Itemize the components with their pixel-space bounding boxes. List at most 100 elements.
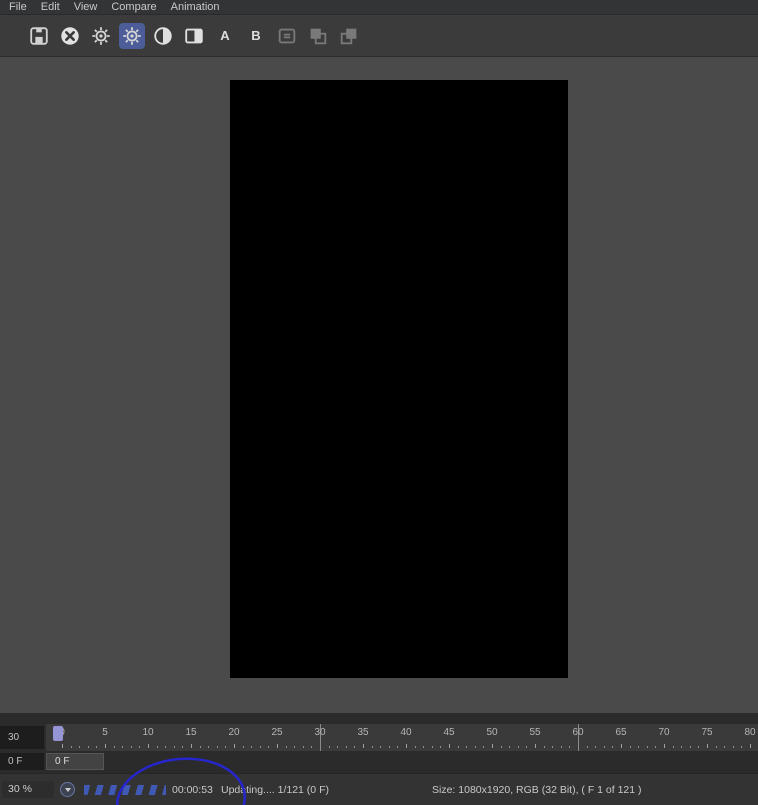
timeline-ruler[interactable]: 05101520253035404550556065707580 bbox=[46, 724, 758, 751]
ruler-tick bbox=[372, 746, 373, 748]
ruler-tick bbox=[174, 746, 175, 748]
ruler-label-5: 5 bbox=[102, 727, 108, 738]
menu-edit[interactable]: Edit bbox=[34, 0, 67, 15]
contrast-mode-button[interactable] bbox=[150, 23, 176, 49]
ruler-tick bbox=[750, 744, 751, 748]
menu-compare[interactable]: Compare bbox=[104, 0, 163, 15]
ruler-tick bbox=[182, 746, 183, 748]
zoom-level-field[interactable]: 30 % bbox=[2, 781, 54, 798]
ruler-tick bbox=[449, 744, 450, 748]
menu-view[interactable]: View bbox=[67, 0, 105, 15]
ruler-tick bbox=[664, 744, 665, 748]
chevron-down-icon bbox=[65, 788, 71, 792]
render-viewport[interactable] bbox=[0, 57, 758, 713]
save-image-button[interactable] bbox=[26, 23, 52, 49]
ruler-tick bbox=[105, 744, 106, 748]
ruler-tick bbox=[71, 746, 72, 748]
ruler-tick bbox=[303, 746, 304, 748]
compare-split-button[interactable] bbox=[181, 23, 207, 49]
ruler-tick bbox=[157, 746, 158, 748]
ruler-tick bbox=[621, 744, 622, 748]
image-size-info: Size: 1080x1920, RGB (32 Bit), ( F 1 of … bbox=[432, 784, 642, 796]
set-as-a-button[interactable]: A bbox=[212, 23, 238, 49]
ruler-tick bbox=[363, 744, 364, 748]
ruler-tick bbox=[458, 746, 459, 748]
ruler-label-10: 10 bbox=[142, 727, 153, 738]
ruler-tick bbox=[587, 746, 588, 748]
display-settings-button[interactable] bbox=[119, 23, 145, 49]
ruler-tick bbox=[148, 744, 149, 748]
ruler-tick bbox=[655, 746, 656, 748]
swap-ab-button bbox=[274, 23, 300, 49]
ruler-tick bbox=[492, 744, 493, 748]
ruler-tick bbox=[475, 746, 476, 748]
ruler-tick bbox=[217, 746, 218, 748]
ruler-tick bbox=[294, 746, 295, 748]
ruler-tick bbox=[647, 746, 648, 748]
ruler-tick bbox=[277, 744, 278, 748]
swap-icon bbox=[276, 25, 298, 47]
update-status-text: Updating.... 1/121 (0 F) bbox=[221, 784, 329, 796]
ruler-label-25: 25 bbox=[271, 727, 282, 738]
menu-file[interactable]: File bbox=[2, 0, 34, 15]
ruler-tick bbox=[122, 746, 123, 748]
ruler-tick bbox=[329, 746, 330, 748]
ruler-tick bbox=[544, 746, 545, 748]
ruler-tick bbox=[526, 746, 527, 748]
ruler-tick bbox=[389, 746, 390, 748]
ruler-tick bbox=[380, 746, 381, 748]
picture-viewer-window: FileEditViewCompareAnimation AB 30 05101… bbox=[0, 0, 758, 805]
ruler-tick bbox=[466, 746, 467, 748]
render-settings-button[interactable] bbox=[88, 23, 114, 49]
ruler-tick bbox=[311, 746, 312, 748]
delete-image-button[interactable] bbox=[57, 23, 83, 49]
ruler-label-40: 40 bbox=[400, 727, 411, 738]
ruler-tick bbox=[191, 744, 192, 748]
ruler-tick bbox=[673, 746, 674, 748]
menu-bar: FileEditViewCompareAnimation bbox=[0, 0, 758, 15]
ruler-label-50: 50 bbox=[486, 727, 497, 738]
ruler-tick bbox=[612, 746, 613, 748]
render-progress-bar bbox=[84, 785, 166, 795]
ruler-tick bbox=[518, 746, 519, 748]
ruler-tick bbox=[139, 746, 140, 748]
ruler-tick bbox=[423, 746, 424, 748]
playhead-marker[interactable] bbox=[53, 726, 63, 741]
ruler-tick bbox=[535, 744, 536, 748]
ruler-label-65: 65 bbox=[615, 727, 626, 738]
ruler-label-70: 70 bbox=[658, 727, 669, 738]
ruler-tick bbox=[604, 746, 605, 748]
ruler-tick bbox=[432, 746, 433, 748]
ruler-tick bbox=[346, 746, 347, 748]
ruler-tick bbox=[415, 746, 416, 748]
ruler-tick bbox=[354, 746, 355, 748]
copy-to-a-button bbox=[305, 23, 331, 49]
zoom-dropdown-button[interactable] bbox=[60, 782, 75, 797]
current-frame-field[interactable]: 0 F bbox=[46, 753, 104, 770]
ruler-tick bbox=[569, 746, 570, 748]
ruler-tick bbox=[501, 746, 502, 748]
ruler-label-45: 45 bbox=[443, 727, 454, 738]
status-bar: 30 % 00:00:53 Updating.... 1/121 (0 F) S… bbox=[0, 773, 758, 805]
menu-animation[interactable]: Animation bbox=[164, 0, 227, 15]
ruler-label-55: 55 bbox=[529, 727, 540, 738]
frame-row: 0 F 0 F bbox=[0, 753, 758, 771]
gear-icon bbox=[121, 25, 143, 47]
ruler-tick bbox=[630, 746, 631, 748]
ruler-tick bbox=[260, 746, 261, 748]
ruler-label-80: 80 bbox=[744, 727, 755, 738]
ruler-label-20: 20 bbox=[228, 727, 239, 738]
ruler-tick bbox=[690, 746, 691, 748]
copy-b-icon bbox=[338, 25, 360, 47]
set-as-b-button[interactable]: B bbox=[243, 23, 269, 49]
ruler-tick bbox=[716, 746, 717, 748]
ruler-label-60: 60 bbox=[572, 727, 583, 738]
save-icon bbox=[28, 25, 50, 47]
frame-label-box: 0 F bbox=[0, 753, 44, 770]
ruler-tick bbox=[225, 746, 226, 748]
ruler-tick bbox=[733, 746, 734, 748]
fps-box: 30 bbox=[0, 726, 44, 749]
ruler-tick bbox=[561, 746, 562, 748]
ruler-tick bbox=[397, 746, 398, 748]
ruler-tick bbox=[114, 746, 115, 748]
